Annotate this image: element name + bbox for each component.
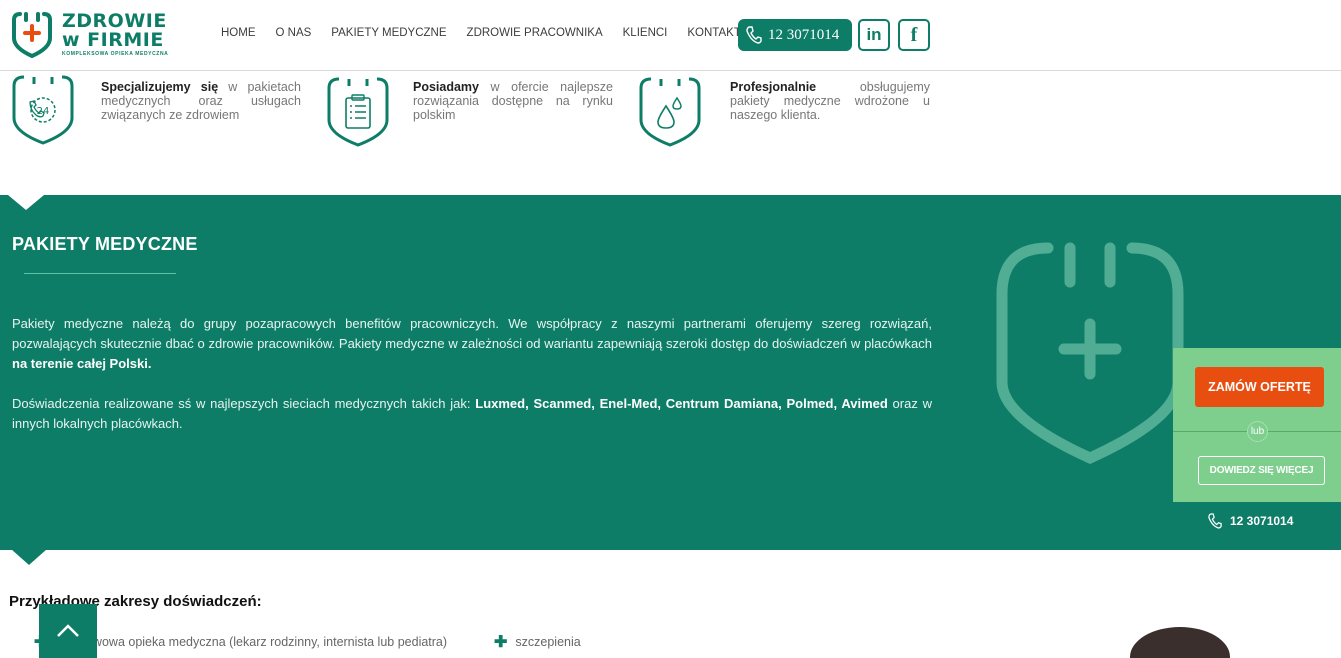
nav-home[interactable]: HOME bbox=[221, 27, 256, 39]
learn-more-button[interactable]: DOWIEDZ SIĘ WIĘCEJ bbox=[1198, 456, 1325, 485]
nav-kontakt[interactable]: KONTAKT bbox=[687, 27, 740, 39]
logo-line2: w FIRMIE bbox=[62, 29, 164, 51]
logo-shield-icon bbox=[12, 12, 52, 58]
phone-button[interactable]: 12 3071014 bbox=[738, 19, 852, 51]
nav-zdrowie-pracownika[interactable]: ZDROWIE PRACOWNIKA bbox=[467, 27, 603, 39]
feature-1-text: Specjalizujemy się w pakietach medycznyc… bbox=[101, 80, 301, 122]
linkedin-icon[interactable]: in bbox=[858, 19, 890, 51]
phone-icon bbox=[746, 26, 762, 44]
facebook-icon[interactable]: f bbox=[898, 19, 930, 51]
cta-or-label: lub bbox=[1247, 421, 1268, 442]
section-notch-bottom bbox=[11, 549, 47, 565]
scroll-to-top-button[interactable] bbox=[39, 604, 97, 658]
title-underline bbox=[24, 273, 176, 274]
phone-24h-icon: 24 bbox=[12, 75, 74, 145]
big-shield-plus-icon bbox=[996, 242, 1184, 465]
section-title: PAKIETY MEDYCZNE bbox=[12, 234, 198, 254]
drops-icon bbox=[639, 77, 701, 147]
person-photo bbox=[1130, 627, 1230, 658]
chevron-up-icon bbox=[57, 624, 79, 637]
section-paragraph-2: Doświadczenia realizowane sś w najlepszy… bbox=[12, 396, 932, 431]
logo[interactable]: ZDROWIE w FIRMIE KOMPLEKSOWA OPIEKA MEDY… bbox=[12, 10, 172, 62]
nav-pakiety-medyczne[interactable]: PAKIETY MEDYCZNE bbox=[331, 27, 446, 39]
phone-icon bbox=[1208, 513, 1222, 529]
order-offer-button[interactable]: ZAMÓW OFERTĘ bbox=[1195, 367, 1324, 407]
nav-o-nas[interactable]: O NAS bbox=[276, 27, 312, 39]
site-header: ZDROWIE w FIRMIE KOMPLEKSOWA OPIEKA MEDY… bbox=[0, 0, 1341, 71]
logo-tagline: KOMPLEKSOWA OPIEKA MEDYCZNA bbox=[62, 51, 169, 57]
main-nav: HOME O NAS PAKIETY MEDYCZNE ZDROWIE PRAC… bbox=[221, 27, 761, 39]
section-paragraph-1: Pakiety medyczne należą do grupy pozapra… bbox=[12, 316, 932, 371]
section-notch-top bbox=[8, 195, 44, 210]
list-item: ✚ szczepienia bbox=[494, 634, 581, 651]
nav-klienci[interactable]: KLIENCI bbox=[623, 27, 668, 39]
plus-icon: ✚ bbox=[494, 634, 508, 651]
feature-3-text: Profesjonalnie obsługujemy pakiety medyc… bbox=[730, 80, 930, 122]
feature-2-text: Posiadamy w ofercie najlepsze rozwiązani… bbox=[413, 80, 613, 122]
cta-phone[interactable]: 12 3071014 bbox=[1208, 513, 1293, 529]
clipboard-icon bbox=[327, 77, 389, 147]
phone-number: 12 3071014 bbox=[768, 26, 840, 43]
